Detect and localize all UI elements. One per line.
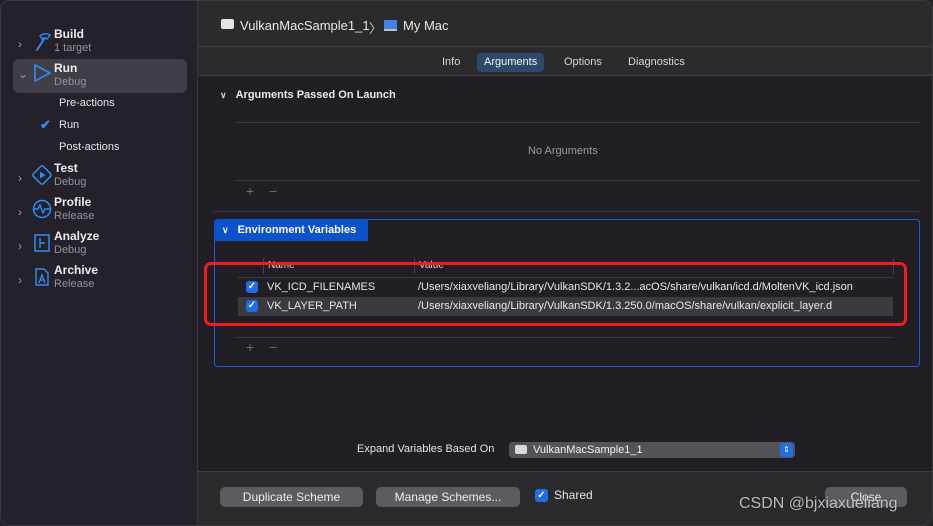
tab-diagnostics[interactable]: Diagnostics: [621, 53, 692, 72]
tab-options[interactable]: Options: [557, 53, 609, 72]
footer-bar: Duplicate Scheme Manage Schemes... ✓ Sha…: [198, 471, 932, 525]
expand-variables-value: VulkanMacSample1_1: [533, 444, 643, 456]
column-separator[interactable]: [893, 258, 894, 274]
env-var-row[interactable]: ✓ VK_LAYER_PATH /Users/xiaxveliang/Libra…: [238, 297, 893, 316]
expand-variables-label: Expand Variables Based On: [357, 443, 495, 455]
arguments-pane: ∨ Arguments Passed On Launch No Arguments…: [198, 76, 932, 471]
archive-icon: [35, 268, 49, 286]
analyze-icon: [34, 234, 50, 252]
popup-stepper-icon: ⇕: [780, 443, 793, 457]
app-target-icon: [221, 19, 234, 29]
divider: [213, 211, 919, 212]
environment-variables-header[interactable]: ∨ Environment Variables: [214, 219, 368, 241]
divider: [235, 180, 920, 181]
environment-variables-title: Environment Variables: [237, 224, 357, 236]
sidebar-item-subtitle: Debug: [54, 244, 87, 256]
chevron-right-icon[interactable]: ›: [18, 37, 28, 51]
arguments-section-header[interactable]: ∨ Arguments Passed On Launch: [220, 89, 396, 101]
env-var-row[interactable]: ✓ VK_ICD_FILENAMES /Users/xiaxveliang/Li…: [238, 278, 893, 297]
breadcrumb-scheme[interactable]: VulkanMacSample1_1: [240, 18, 370, 33]
checkmark-icon: ✔: [40, 117, 51, 132]
add-env-var-button[interactable]: +: [246, 339, 254, 355]
env-var-value[interactable]: /Users/xiaxveliang/Library/VulkanSDK/1.3…: [418, 300, 832, 312]
chevron-down-icon[interactable]: ∨: [220, 90, 227, 101]
divider: [235, 337, 893, 338]
scheme-editor-main: VulkanMacSample1_1 〉 My Mac Info Argumen…: [198, 1, 932, 525]
sidebar-subitem-pre-actions[interactable]: Pre-actions: [59, 97, 115, 109]
sidebar-subitem-run[interactable]: Run: [59, 119, 79, 131]
tab-bar: Info Arguments Options Diagnostics: [198, 47, 932, 76]
breadcrumb-destination[interactable]: My Mac: [403, 18, 449, 33]
sidebar-item-title: Archive: [54, 263, 99, 277]
test-diamond-icon: [32, 165, 52, 185]
sidebar-item-title: Test: [54, 161, 78, 175]
sidebar-item-subtitle: Debug: [54, 76, 87, 88]
sidebar-item-subtitle: Debug: [54, 176, 87, 188]
remove-env-var-button[interactable]: −: [269, 339, 277, 355]
sidebar-item-build[interactable]: › Build 1 target: [13, 27, 187, 61]
chevron-right-icon[interactable]: ›: [18, 205, 28, 219]
no-arguments-text: No Arguments: [528, 145, 598, 157]
tab-arguments[interactable]: Arguments: [477, 53, 545, 72]
sidebar-item-title: Run: [54, 61, 78, 75]
profile-waveform-icon: [32, 199, 52, 219]
sidebar-item-subtitle: Release: [54, 278, 95, 290]
sidebar-item-archive[interactable]: › Archive Release: [13, 263, 187, 297]
run-play-icon: [34, 64, 51, 82]
duplicate-scheme-button[interactable]: Duplicate Scheme: [220, 487, 363, 507]
sidebar-item-subtitle: 1 target: [54, 42, 92, 54]
env-var-enabled-checkbox[interactable]: ✓: [246, 281, 258, 293]
env-var-name[interactable]: VK_ICD_FILENAMES: [267, 281, 375, 293]
scheme-actions-sidebar: › Build 1 target ⌄ Run Debug Pre-actions…: [1, 1, 198, 525]
close-button[interactable]: Close: [825, 487, 907, 507]
tab-info[interactable]: Info: [435, 53, 467, 72]
chevron-down-icon[interactable]: ∨: [222, 219, 229, 241]
column-separator[interactable]: [263, 258, 264, 274]
laptop-icon: [384, 20, 397, 31]
arguments-section-title: Arguments Passed On Launch: [235, 89, 396, 101]
sidebar-subitem-post-actions[interactable]: Post-actions: [59, 141, 120, 153]
manage-schemes-button[interactable]: Manage Schemes...: [376, 487, 520, 507]
expand-variables-popup[interactable]: VulkanMacSample1_1 ⇕: [509, 442, 795, 458]
env-var-enabled-checkbox[interactable]: ✓: [246, 300, 258, 312]
remove-argument-button[interactable]: −: [269, 183, 277, 199]
sidebar-item-title: Profile: [54, 195, 92, 209]
add-argument-button[interactable]: +: [246, 183, 254, 199]
chevron-down-icon[interactable]: ⌄: [18, 67, 28, 81]
hammer-icon: [36, 33, 52, 51]
column-header-value[interactable]: Value: [419, 260, 444, 271]
column-separator[interactable]: [414, 258, 415, 274]
sidebar-item-analyze[interactable]: › Analyze Debug: [13, 229, 187, 263]
chevron-right-icon[interactable]: ›: [18, 171, 28, 185]
sidebar-item-profile[interactable]: › Profile Release: [13, 195, 187, 229]
sidebar-item-test[interactable]: › Test Debug: [13, 161, 187, 195]
sidebar-item-title: Analyze: [54, 229, 100, 243]
sidebar-item-subtitle: Release: [54, 210, 95, 222]
shared-label[interactable]: Shared: [554, 488, 593, 502]
shared-checkbox[interactable]: ✓: [535, 489, 548, 502]
chevron-right-icon[interactable]: ›: [18, 273, 28, 287]
breadcrumb-separator: 〉: [369, 21, 383, 36]
column-header-name[interactable]: Name: [268, 260, 295, 271]
scheme-breadcrumb-bar: VulkanMacSample1_1 〉 My Mac: [198, 1, 932, 47]
sidebar-item-title: Build: [54, 27, 84, 41]
env-var-value[interactable]: /Users/xiaxveliang/Library/VulkanSDK/1.3…: [418, 281, 853, 293]
env-var-name[interactable]: VK_LAYER_PATH: [267, 300, 357, 312]
scheme-editor-window: › Build 1 target ⌄ Run Debug Pre-actions…: [0, 0, 933, 526]
divider: [235, 122, 920, 123]
sidebar-item-run[interactable]: ⌄ Run Debug: [13, 59, 187, 93]
app-target-icon: [515, 445, 527, 454]
chevron-right-icon[interactable]: ›: [18, 239, 28, 253]
